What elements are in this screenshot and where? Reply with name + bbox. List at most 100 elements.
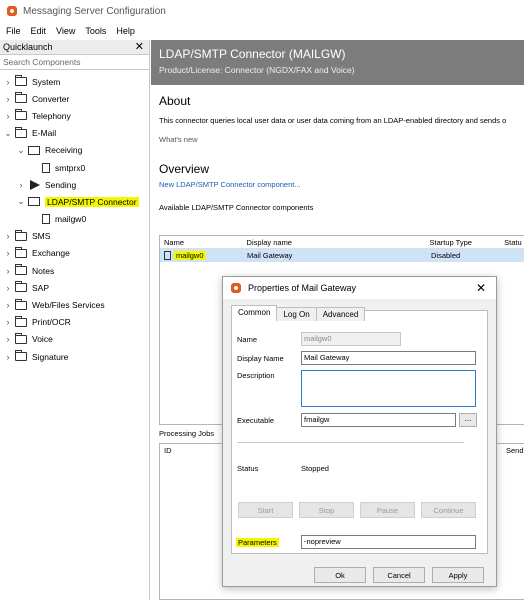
- tree-item-mailgw0[interactable]: mailgw0: [0, 211, 149, 228]
- tree-item-print-ocr[interactable]: › Print/OCR: [0, 314, 149, 331]
- tree-item-exchange[interactable]: › Exchange: [0, 245, 149, 262]
- browse-button[interactable]: ...: [459, 413, 477, 427]
- available-components-label: Available LDAP/SMTP Connector components: [159, 203, 314, 212]
- column-header-startup-type[interactable]: Startup Type: [430, 238, 505, 247]
- menu-edit[interactable]: Edit: [31, 26, 47, 36]
- description-field[interactable]: [301, 370, 476, 407]
- folder-icon: [15, 281, 27, 293]
- tab-common[interactable]: Common: [231, 305, 278, 321]
- chevron-right-icon[interactable]: ›: [3, 94, 13, 104]
- tab-advanced[interactable]: Advanced: [315, 307, 366, 321]
- column-header-display-name[interactable]: Display name: [247, 238, 430, 247]
- document-icon: [42, 214, 50, 225]
- tree-item-sending[interactable]: › Sending: [0, 176, 149, 193]
- tree-item-label: LDAP/SMTP Connector: [45, 196, 139, 207]
- menu-file[interactable]: File: [6, 26, 21, 36]
- tree-item-voice[interactable]: › Voice: [0, 331, 149, 348]
- display-name-field[interactable]: Mail Gateway: [301, 351, 476, 365]
- chevron-right-icon[interactable]: ›: [3, 266, 13, 276]
- component-tree: › System › Converter › Telephony ⌄ E-Mail ⌄ R…: [0, 70, 149, 365]
- tree-item-notes[interactable]: › Notes: [0, 262, 149, 279]
- folder-icon: [15, 264, 27, 276]
- tree-item-label: Receiving: [45, 145, 83, 156]
- executable-field[interactable]: fmailgw: [301, 413, 456, 427]
- status-value: Stopped: [301, 464, 329, 473]
- folder-icon: [15, 350, 27, 362]
- cancel-button[interactable]: Cancel: [373, 567, 425, 583]
- chevron-down-icon[interactable]: ⌄: [16, 145, 26, 156]
- chevron-right-icon[interactable]: ›: [3, 352, 13, 362]
- chevron-right-icon[interactable]: ›: [3, 317, 13, 327]
- tree-item-signature[interactable]: › Signature: [0, 348, 149, 365]
- apply-button[interactable]: Apply: [432, 567, 484, 583]
- executable-label: Executable: [237, 416, 275, 425]
- continue-button[interactable]: Continue: [421, 502, 476, 518]
- document-icon: [164, 251, 171, 260]
- name-field[interactable]: mailgw0: [301, 332, 401, 346]
- menu-help[interactable]: Help: [116, 26, 135, 36]
- window-title: Messaging Server Configuration: [23, 5, 166, 17]
- tree-item-label: Notes: [32, 265, 55, 276]
- column-header-send[interactable]: Send: [506, 446, 524, 455]
- stop-button[interactable]: Stop: [299, 502, 354, 518]
- chevron-right-icon[interactable]: ›: [3, 77, 13, 87]
- overview-heading: Overview: [159, 162, 210, 176]
- new-component-link[interactable]: New LDAP/SMTP Connector component...: [159, 180, 524, 189]
- chevron-right-icon[interactable]: ›: [3, 111, 13, 121]
- tree-item-label: E-Mail: [32, 128, 57, 139]
- chevron-right-icon[interactable]: ›: [16, 180, 26, 190]
- folder-icon: [15, 246, 27, 258]
- tree-item-system[interactable]: › System: [0, 73, 149, 90]
- search-input[interactable]: Search Components: [0, 55, 149, 70]
- folder-icon: [15, 229, 27, 241]
- menu-tools[interactable]: Tools: [85, 26, 106, 36]
- processing-jobs-label: Processing Jobs: [159, 429, 215, 438]
- table-row[interactable]: mailgw0 Mail Gateway Disabled: [160, 249, 524, 262]
- tree-item-label: mailgw0: [55, 214, 87, 225]
- tree-item-email[interactable]: ⌄ E-Mail: [0, 125, 149, 142]
- whats-new-link[interactable]: What's new: [159, 135, 524, 144]
- tree-item-label: Voice: [32, 334, 53, 345]
- ok-button[interactable]: Ok: [314, 567, 366, 583]
- tree-item-web-files-services[interactable]: › Web/Files Services: [0, 296, 149, 313]
- tree-item-sap[interactable]: › SAP: [0, 279, 149, 296]
- dialog-title: Properties of Mail Gateway: [248, 283, 357, 293]
- row-startup-type: Disabled: [431, 251, 461, 260]
- table-header: Name Display name Startup Type Statu: [160, 236, 524, 249]
- pause-button[interactable]: Pause: [360, 502, 415, 518]
- chevron-right-icon[interactable]: ›: [3, 231, 13, 241]
- close-icon[interactable]: ✕: [476, 281, 486, 295]
- tree-item-label: Signature: [32, 351, 69, 362]
- parameters-field[interactable]: -nopreview: [301, 535, 476, 549]
- chevron-right-icon[interactable]: ›: [3, 283, 13, 293]
- column-header-name[interactable]: Name: [160, 238, 247, 247]
- column-header-status[interactable]: Statu: [504, 238, 524, 247]
- row-name-cell: mailgw0: [160, 251, 247, 260]
- chevron-down-icon[interactable]: ⌄: [3, 128, 13, 139]
- tree-item-sms[interactable]: › SMS: [0, 228, 149, 245]
- quicklaunch-title: Quicklaunch: [3, 42, 53, 52]
- tree-item-smtprx0[interactable]: smtprx0: [0, 159, 149, 176]
- document-icon: [42, 162, 50, 173]
- tab-log-on[interactable]: Log On: [276, 307, 317, 321]
- chevron-right-icon[interactable]: ›: [3, 300, 13, 310]
- folder-icon: [15, 332, 27, 344]
- folder-icon: [15, 315, 27, 327]
- properties-dialog: Properties of Mail Gateway ✕ Common Log …: [222, 276, 497, 587]
- tree-item-receiving[interactable]: ⌄ Receiving: [0, 142, 149, 159]
- tree-item-ldap-smtp-connector[interactable]: ⌄ LDAP/SMTP Connector: [0, 193, 149, 210]
- inbox-icon: [28, 145, 40, 155]
- chevron-right-icon[interactable]: ›: [3, 334, 13, 344]
- row-name: mailgw0: [174, 251, 206, 260]
- tree-item-telephony[interactable]: › Telephony: [0, 107, 149, 124]
- title-bar: Messaging Server Configuration: [0, 0, 524, 22]
- status-label: Status: [237, 464, 259, 473]
- close-icon[interactable]: ✕: [135, 42, 144, 53]
- chevron-right-icon[interactable]: ›: [3, 248, 13, 258]
- folder-icon: [15, 109, 27, 121]
- row-display-name: Mail Gateway: [247, 251, 293, 260]
- tree-item-converter[interactable]: › Converter: [0, 90, 149, 107]
- menu-view[interactable]: View: [56, 26, 75, 36]
- start-button[interactable]: Start: [238, 502, 293, 518]
- chevron-down-icon[interactable]: ⌄: [16, 196, 26, 207]
